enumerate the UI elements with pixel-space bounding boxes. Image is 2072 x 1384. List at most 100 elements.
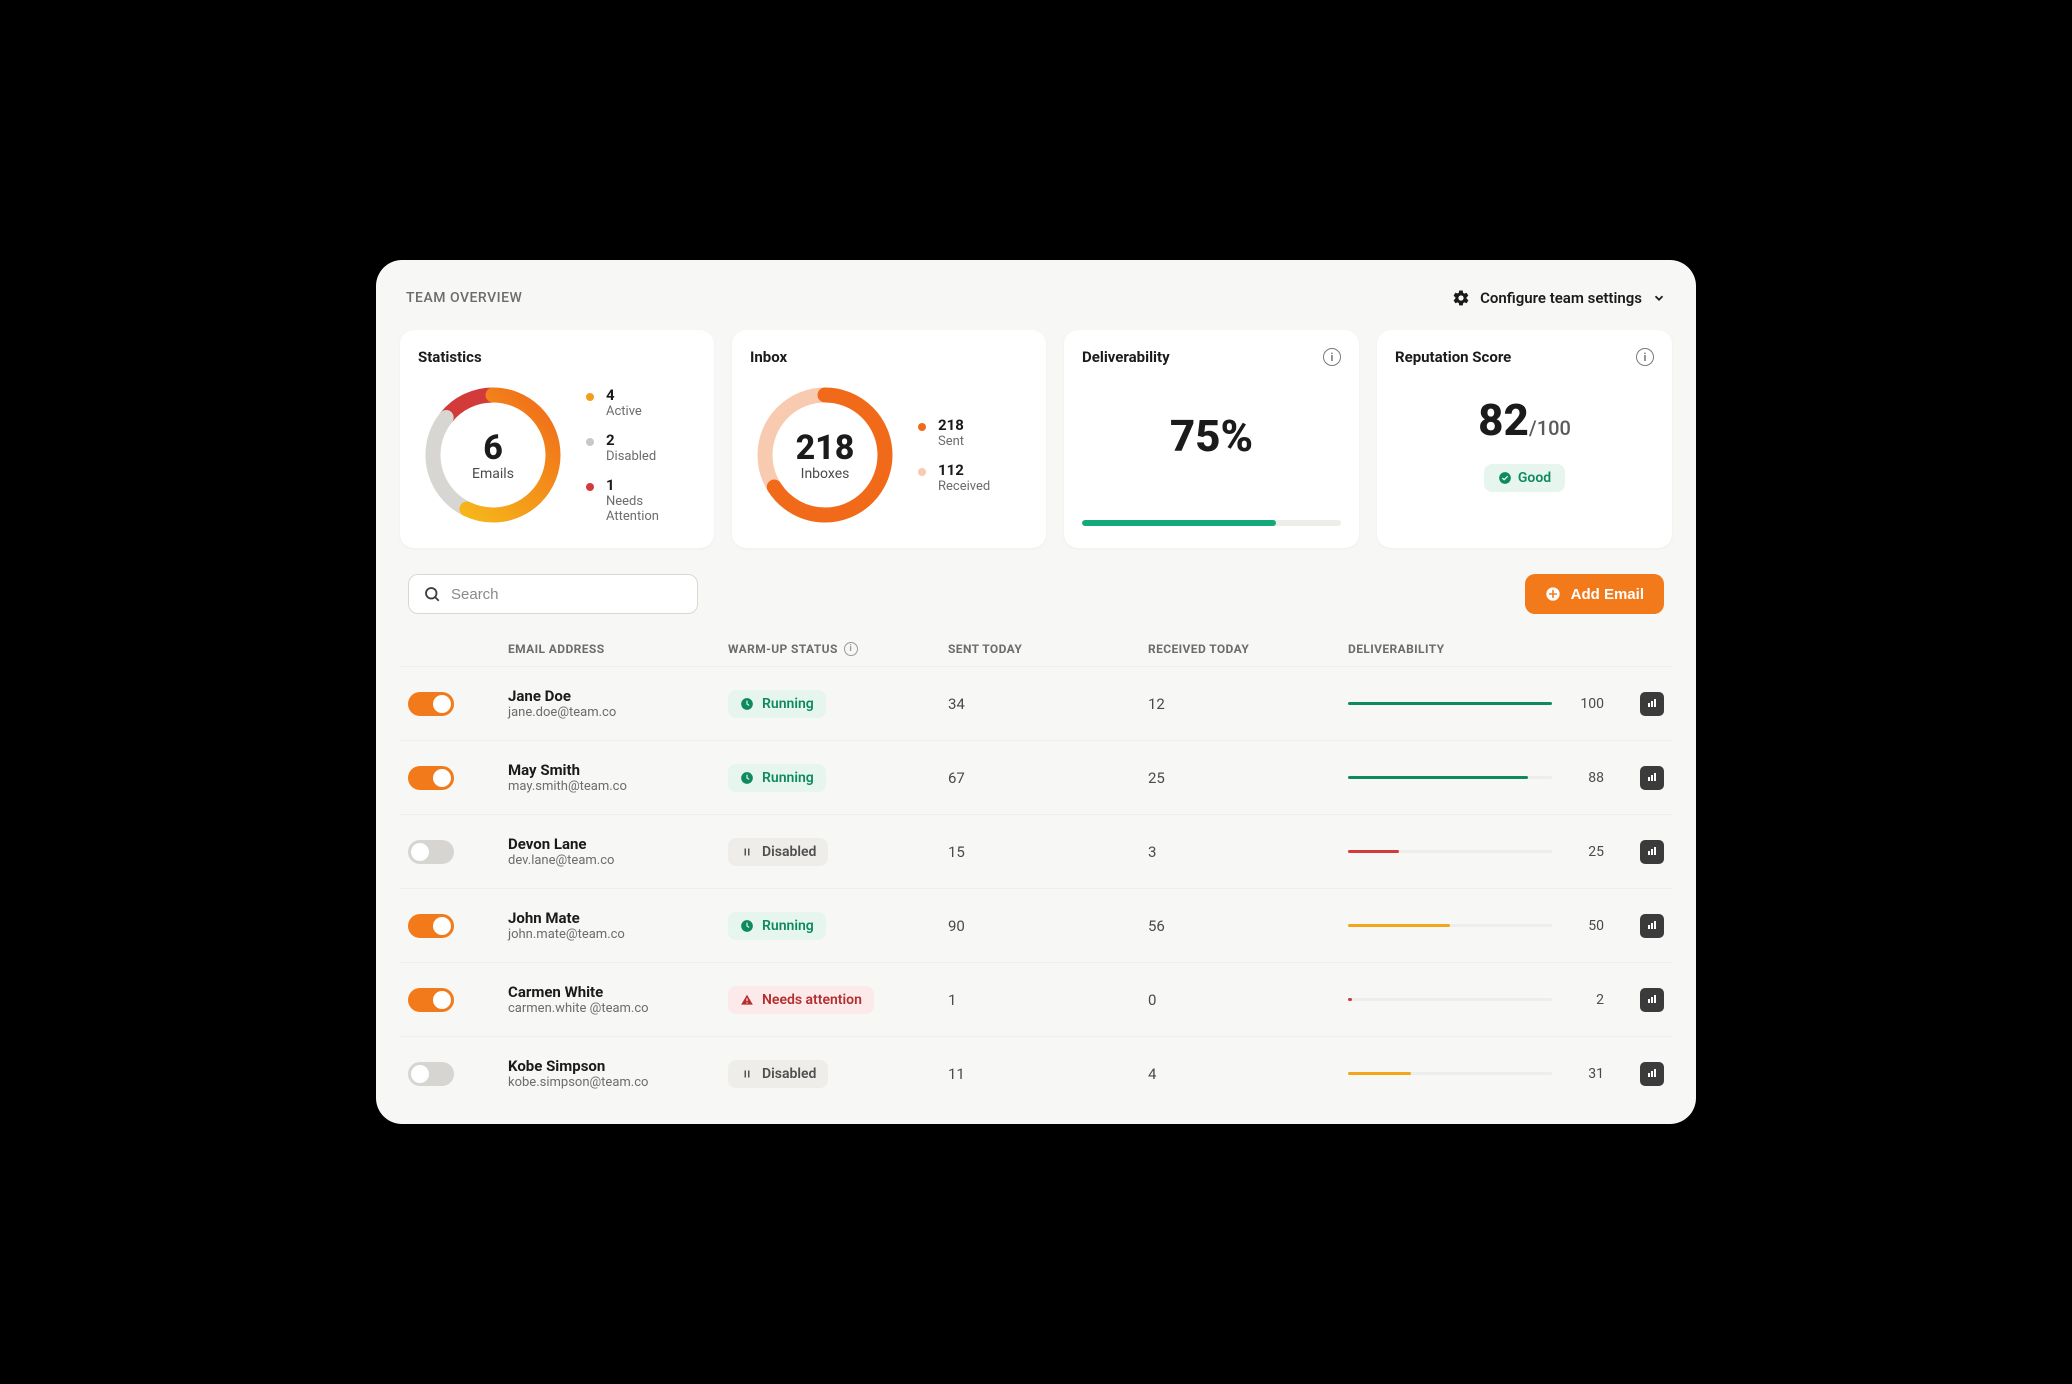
- received-today-cell: 0: [1148, 991, 1348, 1009]
- badge-label: Good: [1518, 470, 1551, 486]
- legend-dot-sent: [918, 423, 926, 431]
- running-icon: [740, 771, 754, 785]
- legend-value: 218: [938, 416, 964, 434]
- info-icon[interactable]: i: [844, 642, 858, 656]
- received-today-cell: 4: [1148, 1065, 1348, 1083]
- user-name: May Smith: [508, 761, 728, 779]
- row-stats-button[interactable]: [1640, 914, 1664, 938]
- status-pill: Disabled: [728, 1060, 828, 1088]
- status-pill: Running: [728, 690, 826, 718]
- running-icon: [740, 919, 754, 933]
- reputation-card: Reputation Score i 82/100 Good: [1377, 330, 1672, 548]
- status-label: Running: [762, 770, 814, 786]
- enable-toggle[interactable]: [408, 914, 454, 938]
- topbar: TEAM OVERVIEW Configure team settings: [400, 278, 1672, 318]
- status-label: Needs attention: [762, 992, 862, 1008]
- add-email-button[interactable]: Add Email: [1525, 574, 1664, 614]
- status-label: Running: [762, 918, 814, 934]
- deliverability-cell: 31: [1348, 1066, 1604, 1082]
- user-email: kobe.simpson@team.co: [508, 1075, 728, 1090]
- row-stats-button[interactable]: [1640, 840, 1664, 864]
- table-row: May Smith may.smith@team.co Running 67 2…: [400, 740, 1672, 814]
- deliverability-value: 75%: [1170, 410, 1253, 462]
- bar-chart-icon: [1646, 916, 1658, 935]
- inbox-donut: 218 Inboxes: [750, 380, 900, 530]
- status-cell: Disabled: [728, 838, 948, 866]
- table-row: Kobe Simpson kobe.simpson@team.co Disabl…: [400, 1036, 1672, 1110]
- status-label: Running: [762, 696, 814, 712]
- legend-value: 1: [606, 476, 696, 494]
- info-icon[interactable]: i: [1323, 348, 1341, 366]
- bar-chart-icon: [1646, 694, 1658, 713]
- status-label: Disabled: [762, 1066, 816, 1082]
- chevron-down-icon: [1652, 291, 1666, 305]
- disabled-icon: [740, 845, 754, 859]
- deliverability-bar: [1348, 998, 1552, 1001]
- sent-today-cell: 90: [948, 917, 1148, 935]
- reputation-value: 82/100: [1395, 394, 1654, 446]
- email-address-cell: Carmen White carmen.white @team.co: [508, 983, 728, 1016]
- deliverability-cell: 88: [1348, 770, 1604, 786]
- search-input[interactable]: [451, 586, 683, 603]
- enable-toggle[interactable]: [408, 692, 454, 716]
- statistics-card: Statistics: [400, 330, 714, 548]
- deliverability-bar: [1082, 520, 1341, 526]
- search-box[interactable]: [408, 574, 698, 614]
- deliverability-bar: [1348, 1072, 1552, 1075]
- table-row: John Mate john.mate@team.co Running 90 5…: [400, 888, 1672, 962]
- legend-dot-attention: [586, 483, 594, 491]
- statistics-legend: 4Active 2Disabled 1Needs Attention: [586, 386, 696, 524]
- status-pill: Disabled: [728, 838, 828, 866]
- bar-chart-icon: [1646, 768, 1658, 787]
- enable-toggle[interactable]: [408, 988, 454, 1012]
- legend-value: 4: [606, 386, 642, 404]
- deliverability-bar: [1348, 702, 1552, 705]
- deliverability-cell: 50: [1348, 918, 1604, 934]
- status-label: Disabled: [762, 844, 816, 860]
- inbox-value: 218: [796, 428, 855, 468]
- inbox-title: Inbox: [750, 348, 1028, 366]
- user-name: Devon Lane: [508, 835, 728, 853]
- deliverability-bar: [1348, 850, 1552, 853]
- user-email: may.smith@team.co: [508, 779, 728, 794]
- deliverability-bar: [1348, 924, 1552, 927]
- enable-toggle[interactable]: [408, 1062, 454, 1086]
- received-today-cell: 25: [1148, 769, 1348, 787]
- sent-today-cell: 1: [948, 991, 1148, 1009]
- gear-icon: [1452, 289, 1470, 307]
- row-stats-button[interactable]: [1640, 1062, 1664, 1086]
- configure-team-settings-button[interactable]: Configure team settings: [1452, 289, 1666, 307]
- user-email: dev.lane@team.co: [508, 853, 728, 868]
- app-frame: TEAM OVERVIEW Configure team settings St…: [376, 260, 1696, 1124]
- statistics-value: 6: [483, 428, 503, 468]
- enable-toggle[interactable]: [408, 840, 454, 864]
- legend-label: Disabled: [606, 449, 656, 464]
- status-cell: Disabled: [728, 1060, 948, 1088]
- deliverability-cell: 2: [1348, 992, 1604, 1008]
- user-name: Kobe Simpson: [508, 1057, 728, 1075]
- col-deliverability: DELIVERABILITY: [1348, 642, 1604, 656]
- bar-chart-icon: [1646, 1064, 1658, 1083]
- statistics-sublabel: Emails: [472, 466, 514, 482]
- sent-today-cell: 34: [948, 695, 1148, 713]
- user-name: Jane Doe: [508, 687, 728, 705]
- bar-chart-icon: [1646, 842, 1658, 861]
- deliverability-value: 25: [1570, 844, 1604, 860]
- status-pill: Running: [728, 912, 826, 940]
- row-stats-button[interactable]: [1640, 766, 1664, 790]
- row-stats-button[interactable]: [1640, 988, 1664, 1012]
- search-icon: [423, 585, 441, 603]
- user-email: jane.doe@team.co: [508, 705, 728, 720]
- legend-value: 2: [606, 431, 656, 449]
- legend-dot-active: [586, 393, 594, 401]
- deliverability-value: 31: [1570, 1066, 1604, 1082]
- status-cell: Running: [728, 764, 948, 792]
- row-stats-button[interactable]: [1640, 692, 1664, 716]
- info-icon[interactable]: i: [1636, 348, 1654, 366]
- user-name: Carmen White: [508, 983, 728, 1001]
- add-email-label: Add Email: [1571, 586, 1644, 603]
- user-email: carmen.white @team.co: [508, 1001, 728, 1016]
- table-header: EMAIL ADDRESS WARM-UP STATUS i SENT TODA…: [400, 632, 1672, 666]
- enable-toggle[interactable]: [408, 766, 454, 790]
- user-name: John Mate: [508, 909, 728, 927]
